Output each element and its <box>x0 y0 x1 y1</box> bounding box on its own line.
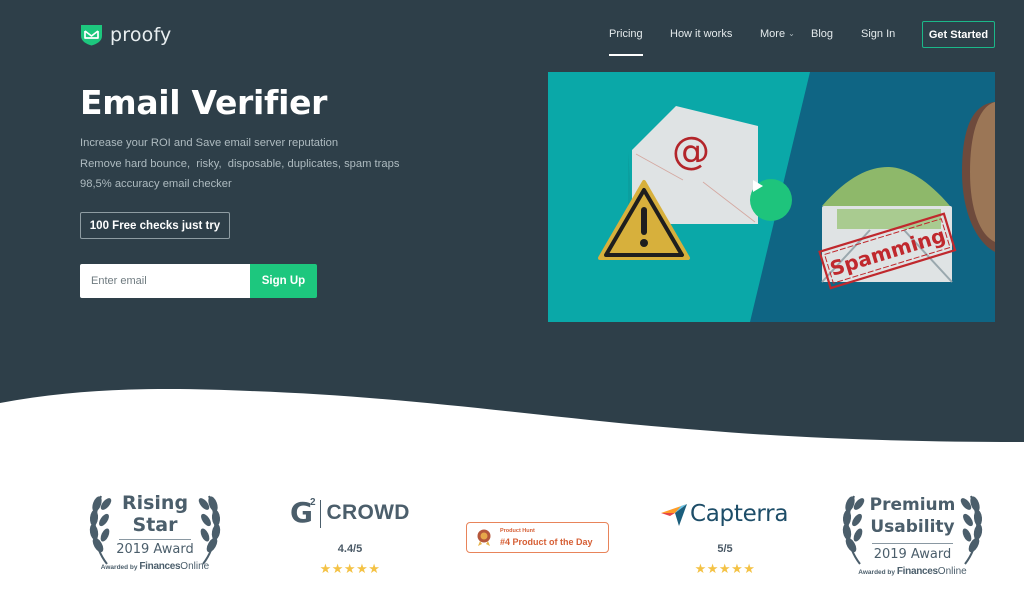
award-premium-usability: Premium Usability 2019 Award Awarded by … <box>830 482 995 582</box>
award-year: 2019 Award <box>873 547 952 562</box>
hero-description: Increase your ROI and Save email server … <box>80 133 399 195</box>
svg-text:@: @ <box>672 129 710 173</box>
product-of-day-label: #4 Product of the Day <box>500 537 593 547</box>
signup-form: Sign Up <box>80 264 317 298</box>
award-title: Premium Usability <box>830 494 995 538</box>
award-capterra: Capterra 5/5 ★★★★★ <box>655 492 795 587</box>
free-checks-button[interactable]: 100 Free checks just try <box>80 212 230 239</box>
award-divider <box>119 539 191 540</box>
star-rating-icon: ★★★★★ <box>694 561 756 576</box>
nav-more-label: More <box>760 28 786 40</box>
nav-blog[interactable]: Blog <box>811 28 833 40</box>
play-icon <box>753 180 763 192</box>
g2-rating: 4.4/5 <box>337 543 363 555</box>
award-title-line: Star <box>132 514 178 536</box>
capterra-logo-text: Capterra <box>690 501 789 527</box>
capterra-arrow-icon <box>661 504 687 526</box>
nav-sign-in[interactable]: Sign In <box>861 28 895 40</box>
capterra-rating: 5/5 <box>717 543 733 555</box>
award-year: 2019 Award <box>116 542 194 557</box>
org-name-bold: Finances <box>896 566 938 577</box>
main-nav: Pricing How it works More ⌄ Blog Sign In <box>0 22 1024 56</box>
org-name-light: Online <box>180 561 210 572</box>
nav-pricing-label: Pricing <box>609 28 643 40</box>
get-started-button[interactable]: Get Started <box>922 21 995 48</box>
active-underline <box>609 54 643 56</box>
awarded-by-label: Awarded by <box>858 569 896 576</box>
nav-how-it-works[interactable]: How it works <box>670 28 732 40</box>
product-hunt-badge[interactable]: Product Hunt #4 Product of the Day <box>466 522 609 553</box>
g2-logo-sup: 2 <box>309 497 316 508</box>
award-divider <box>872 543 953 544</box>
video-thumbnail[interactable]: @ Spamming <box>548 72 995 322</box>
g2-crowd-logo: G 2 CROWD <box>290 498 410 528</box>
email-input[interactable] <box>80 264 250 298</box>
brown-shape <box>962 102 995 252</box>
award-title-line: Premium <box>869 495 956 515</box>
nav-pricing[interactable]: Pricing <box>609 28 643 56</box>
awarded-by-label: Awarded by <box>100 564 138 571</box>
page-title: Email Verifier <box>80 83 328 122</box>
nav-more[interactable]: More ⌄ <box>760 28 795 40</box>
hero-line: Increase your ROI and Save email server … <box>80 137 339 149</box>
spam-envelope-icon: Spamming <box>818 167 957 290</box>
awarded-by: Awarded by FinancesOnline <box>830 566 995 577</box>
product-hunt-label: Product Hunt <box>500 528 535 534</box>
chevron-down-icon: ⌄ <box>788 29 795 38</box>
award-title: Rising Star <box>75 492 235 536</box>
hero-line: 98,5% accuracy email checker <box>80 178 232 190</box>
star-rating-icon: ★★★★★ <box>319 561 381 576</box>
awarded-by: Awarded by FinancesOnline <box>75 561 235 572</box>
play-button[interactable] <box>750 179 792 221</box>
award-title-line: Rising <box>121 492 189 514</box>
g2-logo-divider <box>319 500 321 528</box>
award-g2-crowd: G 2 CROWD 4.4/5 ★★★★★ <box>280 492 420 587</box>
org-name-bold: Finances <box>139 561 181 572</box>
sign-up-button[interactable]: Sign Up <box>250 264 317 298</box>
wave-divider <box>0 388 1024 460</box>
org-name-light: Online <box>937 566 967 577</box>
award-rising-star: Rising Star 2019 Award Awarded by Financ… <box>75 482 235 582</box>
g2-logo-text: CROWD <box>326 501 410 524</box>
medal-icon <box>477 529 491 546</box>
award-title-line: Usability <box>870 517 955 537</box>
hero-line: Remove hard bounce, risky, disposable, d… <box>80 157 400 170</box>
